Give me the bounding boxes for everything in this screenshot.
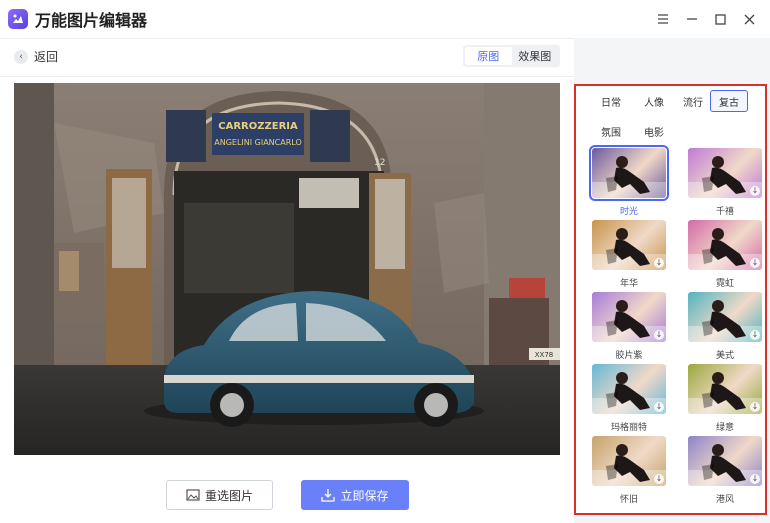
download-icon[interactable]: ↓ [654, 258, 664, 268]
filter-item[interactable]: ↓ 怀旧 [592, 436, 669, 505]
tab-retro[interactable]: 复古 [710, 90, 748, 112]
filter-label: 时光 [619, 207, 638, 217]
tab-original[interactable]: 原图 [465, 47, 512, 65]
download-icon[interactable]: ↓ [750, 474, 760, 484]
tab-portrait[interactable]: 人像 [635, 90, 673, 112]
preview-photo: CARROZZERIA ANGELINI GIANCARLO 12 XX78 [14, 83, 560, 455]
sign-text-line1: CARROZZERIA [218, 121, 298, 132]
filter-thumbnail[interactable]: ↓ [688, 292, 762, 342]
filter-item[interactable]: ↓ 年华 [592, 220, 669, 289]
filter-thumbnail[interactable]: ↓ [592, 220, 666, 270]
back-button[interactable]: ‹ 返回 [14, 48, 58, 65]
reselect-image-label: 重选图片 [204, 488, 253, 503]
tab-popular[interactable]: 流行 [674, 90, 712, 112]
chevron-left-icon: ‹ [14, 49, 28, 64]
download-icon[interactable]: ↓ [750, 258, 760, 268]
tab-daily[interactable]: 日常 [592, 90, 630, 112]
download-icon[interactable]: ↓ [654, 402, 664, 412]
download-icon[interactable]: ↓ [654, 474, 664, 484]
filter-item[interactable]: ↓ 绿意 [688, 364, 765, 433]
house-number: 12 [374, 158, 385, 168]
filter-thumbnail[interactable]: ↓ [592, 364, 666, 414]
save-now-button[interactable]: 立即保存 [301, 480, 409, 510]
filter-thumbnail[interactable] [589, 145, 669, 201]
back-label: 返回 [34, 50, 59, 64]
filter-item[interactable]: ↓ 胶片紫 [592, 292, 669, 361]
filter-thumbnail[interactable]: ↓ [688, 148, 762, 198]
filter-thumbnail[interactable]: ↓ [688, 436, 762, 486]
filter-label: 胶片紫 [615, 351, 643, 361]
download-icon[interactable]: ↓ [750, 186, 760, 196]
filter-thumbnail[interactable]: ↓ [688, 220, 762, 270]
filter-panel: 日常 人像 流行 复古 氛围 电影 时光 ↓ 千禧 ↓ 年华 ↓ 霓虹 ↓ 胶片紫 ↓ 美式 ↓ 玛格丽… [574, 84, 767, 515]
download-icon[interactable]: ↓ [750, 330, 760, 340]
filter-label: 美式 [715, 351, 734, 361]
download-icon [321, 489, 336, 502]
save-now-label: 立即保存 [340, 488, 389, 503]
filter-label: 年华 [619, 279, 638, 289]
editor-toolbar: ‹ 返回 原图 效果图 [0, 38, 574, 76]
license-plate: XX78 [535, 351, 554, 359]
download-icon[interactable]: ↓ [654, 330, 664, 340]
filter-label: 千禧 [715, 207, 734, 217]
app-title: 万能图片编辑器 [35, 11, 148, 30]
menu-icon[interactable] [648, 5, 677, 33]
minimize-icon[interactable] [677, 5, 706, 33]
filter-item[interactable]: 时光 [589, 145, 669, 217]
image-icon [186, 489, 200, 501]
tab-ambience[interactable]: 氛围 [592, 120, 630, 142]
filter-label: 港风 [715, 495, 734, 505]
window-controls [648, 0, 764, 38]
filter-item[interactable]: ↓ 千禧 [688, 148, 765, 217]
canvas-area: CARROZZERIA ANGELINI GIANCARLO 12 XX78 重… [0, 76, 574, 523]
filter-item[interactable]: ↓ 玛格丽特 [592, 364, 669, 433]
tab-movie[interactable]: 电影 [635, 120, 673, 142]
maximize-icon[interactable] [706, 5, 735, 33]
filter-label: 玛格丽特 [610, 423, 647, 433]
close-icon[interactable] [735, 5, 764, 33]
filter-label: 怀旧 [619, 495, 638, 505]
filter-thumbnail[interactable]: ↓ [688, 364, 762, 414]
filter-thumbnail[interactable]: ↓ [592, 292, 666, 342]
portrait-figure [592, 156, 666, 198]
filter-item[interactable]: ↓ 霓虹 [688, 220, 765, 289]
tab-effect[interactable]: 效果图 [512, 47, 559, 65]
filter-label: 霓虹 [715, 279, 734, 289]
title-bar: 万能图片编辑器 [0, 0, 770, 38]
download-icon[interactable]: ↓ [750, 402, 760, 412]
reselect-image-button[interactable]: 重选图片 [166, 480, 273, 510]
view-toggle: 原图 效果图 [463, 45, 560, 67]
filter-item[interactable]: ↓ 港风 [688, 436, 765, 505]
filter-item[interactable]: ↓ 美式 [688, 292, 765, 361]
filter-label: 绿意 [715, 423, 734, 433]
image-edit-icon [8, 9, 28, 29]
sign-text-line2: ANGELINI GIANCARLO [214, 138, 302, 147]
filter-thumbnail[interactable]: ↓ [592, 436, 666, 486]
